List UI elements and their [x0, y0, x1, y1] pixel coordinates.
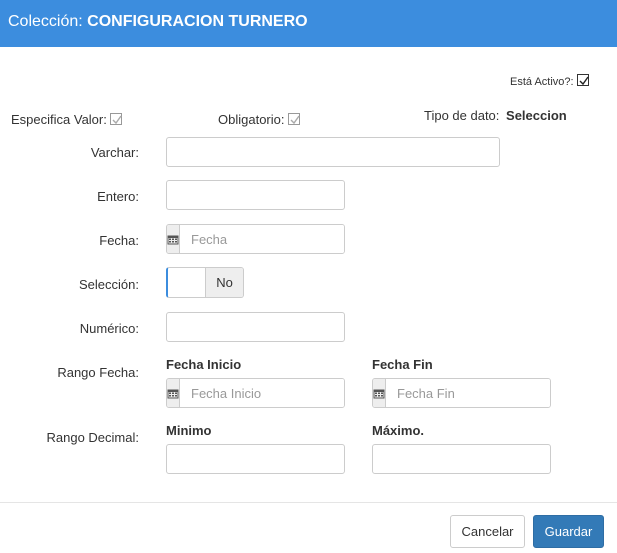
toggle-state: No [205, 268, 243, 297]
check-icon [112, 115, 123, 124]
especifica-checkbox[interactable] [110, 112, 123, 125]
varchar-label: Varchar: [90, 145, 139, 160]
varchar-input[interactable] [166, 137, 500, 167]
check-icon [290, 115, 300, 124]
fecha-label: Fecha: [99, 233, 139, 248]
title-text: CONFIGURACION TURNERO [87, 13, 308, 30]
footer-divider [0, 502, 617, 503]
title-prefix: Colección: [8, 13, 83, 30]
calendar-icon[interactable] [167, 379, 180, 407]
seleccion-toggle[interactable]: No [166, 267, 244, 298]
fecha-inicio-group [166, 378, 345, 408]
active-row: Está Activo?: [510, 74, 589, 88]
fecha-group [166, 224, 345, 254]
maximo-input[interactable] [372, 444, 551, 474]
obligatorio-checkbox[interactable] [288, 112, 301, 125]
numerico-label: Numérico: [79, 321, 139, 336]
entero-label: Entero: [97, 189, 139, 204]
rango-fecha-label: Rango Fecha: [57, 365, 139, 380]
especifica-row: Especifica Valor: [11, 112, 123, 127]
modal-header: Colección: CONFIGURACION TURNERO [0, 0, 617, 47]
tipo-dato-label: Tipo de dato: [424, 108, 500, 123]
cancel-button[interactable]: Cancelar [450, 515, 525, 548]
check-icon [579, 76, 589, 86]
fecha-inicio-label: Fecha Inicio [166, 357, 242, 372]
entero-input[interactable] [166, 180, 345, 210]
seleccion-label: Selección: [79, 277, 139, 292]
especifica-label: Especifica Valor: [11, 112, 107, 127]
calendar-icon[interactable] [373, 379, 386, 407]
rango-decimal-label: Rango Decimal: [46, 430, 140, 445]
tipo-dato-value: Seleccion [506, 108, 567, 123]
active-checkbox[interactable] [576, 74, 589, 87]
fecha-fin-input[interactable] [386, 379, 550, 407]
toggle-knob [168, 268, 205, 297]
fecha-fin-group [372, 378, 551, 408]
maximo-label: Máximo. [372, 423, 425, 438]
fecha-fin-label: Fecha Fin [372, 357, 433, 372]
calendar-icon[interactable] [167, 225, 180, 253]
tipo-dato: Tipo de dato: Seleccion [424, 108, 567, 123]
fecha-input[interactable] [180, 225, 344, 253]
obligatorio-row: Obligatorio: [218, 112, 301, 127]
active-label: Está Activo?: [510, 76, 574, 88]
numerico-input[interactable] [166, 312, 345, 342]
minimo-label: Minimo [166, 423, 212, 438]
fecha-inicio-input[interactable] [180, 379, 344, 407]
minimo-input[interactable] [166, 444, 345, 474]
obligatorio-label: Obligatorio: [218, 112, 285, 127]
modal-title: Colección: CONFIGURACION TURNERO [8, 13, 308, 31]
save-button[interactable]: Guardar [533, 515, 604, 548]
